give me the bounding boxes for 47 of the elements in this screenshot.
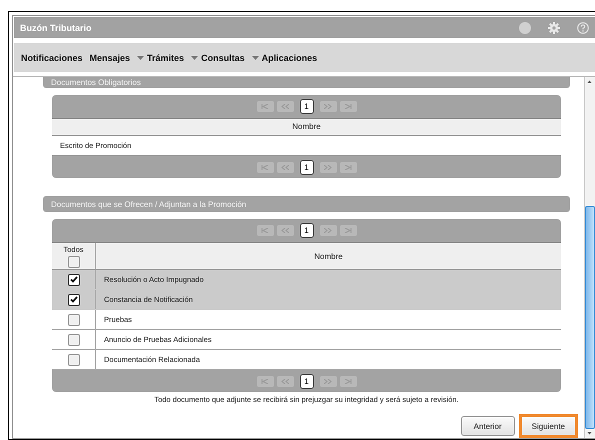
previous-page-icon (281, 164, 289, 170)
column-header: Nombre (291, 121, 322, 134)
menu-item[interactable]: Consultas (191, 52, 245, 62)
checkbox[interactable] (68, 294, 80, 306)
nav-button[interactable]: Anterior (460, 416, 515, 436)
section-header: Documentos que se Ofrecen / Adjuntan a la Promoción (43, 196, 570, 212)
menu-item[interactable]: Aplicaciones (252, 52, 318, 62)
next-page-icon (324, 228, 332, 234)
nav-button[interactable]: Siguiente (518, 414, 578, 438)
previous-page-icon (281, 379, 289, 384)
caret-icon (252, 56, 259, 60)
checkbox[interactable] (68, 354, 80, 366)
section-header: Documentos Obligatorios (43, 77, 570, 88)
caret-icon (137, 56, 144, 60)
menu-item[interactable]: Trámites (137, 52, 184, 62)
caret-icon (191, 56, 198, 60)
checkmark-icon (70, 276, 78, 284)
checkbox[interactable] (68, 334, 80, 346)
first-page-icon (261, 104, 269, 109)
last-page-icon (344, 228, 352, 234)
first-page-icon (261, 228, 269, 234)
first-page-icon (261, 164, 269, 170)
last-page-icon (344, 164, 352, 170)
checkbox[interactable] (68, 314, 80, 326)
previous-page-icon (281, 228, 289, 234)
menu-item[interactable]: Notificaciones (21, 52, 83, 62)
next-page-icon (324, 104, 332, 109)
menu-item[interactable]: Mensajes (90, 52, 130, 62)
last-page-icon (344, 379, 352, 384)
next-page-icon (324, 164, 332, 170)
window-title: Buzón Tributario (20, 22, 92, 32)
page-number: 1 (300, 223, 314, 238)
checkmark-icon (70, 296, 78, 304)
next-page-icon (324, 379, 332, 384)
previous-page-icon (281, 104, 289, 109)
page-number: 1 (300, 160, 314, 175)
page-number: 1 (300, 374, 314, 390)
settings-icon[interactable] (548, 22, 560, 34)
scrollbar[interactable] (584, 77, 595, 438)
select-all-checkbox[interactable] (68, 256, 80, 268)
first-page-icon (261, 379, 269, 384)
column-header: Nombre (313, 250, 344, 263)
help-icon[interactable] (577, 22, 589, 34)
user-avatar-icon[interactable] (519, 22, 531, 34)
page-number: 1 (300, 98, 314, 114)
last-page-icon (344, 104, 352, 109)
checkbox[interactable] (68, 274, 80, 286)
